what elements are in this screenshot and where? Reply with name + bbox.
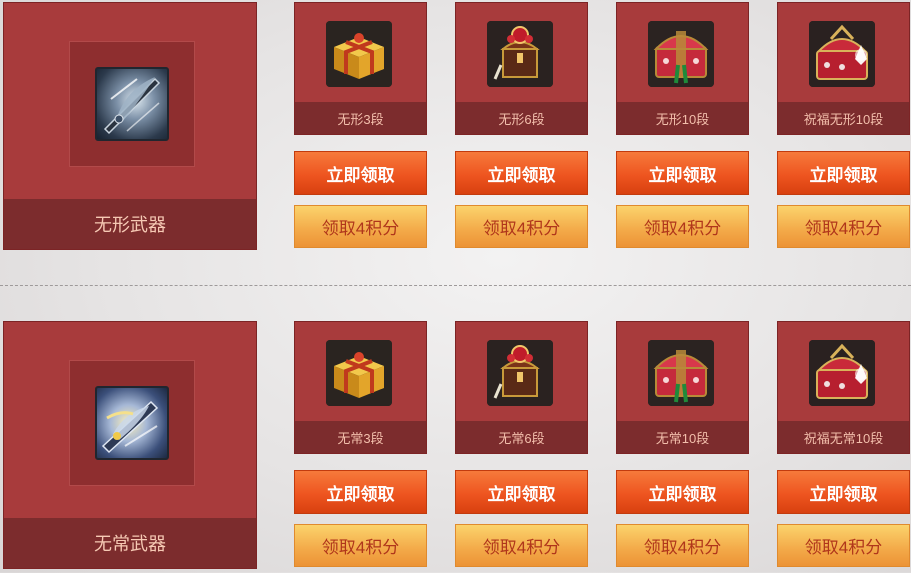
reward-card: 无形6段 [455, 2, 588, 135]
weapon-name: 无常武器 [4, 518, 256, 568]
reward-label: 无形6段 [456, 102, 587, 134]
claim-button[interactable]: 立即领取 [777, 151, 910, 195]
reward-card: 无形3段 [294, 2, 427, 135]
reward-row-2: 无常武器 无常3段 立即领取 领取4积分 无常6段 立即领取 领取4积分 无常1… [0, 321, 911, 573]
weapon-name: 无形武器 [4, 199, 256, 249]
section-divider [0, 285, 911, 286]
reward-label: 无常6段 [456, 421, 587, 453]
claim-button[interactable]: 立即领取 [455, 151, 588, 195]
claim-points-button[interactable]: 领取4积分 [777, 205, 910, 248]
reward-label: 无常10段 [617, 421, 748, 453]
weapon-card: 无形武器 [3, 2, 257, 250]
claim-points-button[interactable]: 领取4积分 [294, 524, 427, 567]
claim-points-button[interactable]: 领取4积分 [616, 205, 749, 248]
claim-points-button[interactable]: 领取4积分 [455, 524, 588, 567]
claim-button[interactable]: 立即领取 [455, 470, 588, 514]
sparkling-chest-icon [809, 340, 875, 406]
wuchang-weapon-icon [95, 386, 169, 460]
weapon-icon-frame [69, 41, 195, 167]
reward-card: 无常10段 [616, 321, 749, 454]
reward-label: 无形3段 [295, 102, 426, 134]
sparkling-chest-icon [809, 21, 875, 87]
wuxing-weapon-icon [95, 67, 169, 141]
reward-row-1: 无形武器 无形3段 立即领取 领取4积分 无形6段 立即领取 领取4积分 无形1… [0, 2, 911, 254]
claim-button[interactable]: 立即领取 [294, 470, 427, 514]
reward-card: 祝福无常10段 [777, 321, 910, 454]
weapon-card: 无常武器 [3, 321, 257, 569]
gold-gift-box-icon [326, 340, 392, 406]
jeweled-box-icon [487, 21, 553, 87]
claim-points-button[interactable]: 领取4积分 [777, 524, 910, 567]
red-treasure-chest-icon [648, 21, 714, 87]
reward-label: 祝福无形10段 [778, 102, 909, 134]
reward-label: 祝福无常10段 [778, 421, 909, 453]
reward-card: 祝福无形10段 [777, 2, 910, 135]
reward-label: 无常3段 [295, 421, 426, 453]
claim-button[interactable]: 立即领取 [616, 151, 749, 195]
claim-button[interactable]: 立即领取 [777, 470, 910, 514]
reward-card: 无形10段 [616, 2, 749, 135]
claim-button[interactable]: 立即领取 [294, 151, 427, 195]
jeweled-box-icon [487, 340, 553, 406]
red-treasure-chest-icon [648, 340, 714, 406]
weapon-icon-frame [69, 360, 195, 486]
reward-card: 无常6段 [455, 321, 588, 454]
claim-button[interactable]: 立即领取 [616, 470, 749, 514]
reward-label: 无形10段 [617, 102, 748, 134]
reward-card: 无常3段 [294, 321, 427, 454]
claim-points-button[interactable]: 领取4积分 [294, 205, 427, 248]
claim-points-button[interactable]: 领取4积分 [616, 524, 749, 567]
claim-points-button[interactable]: 领取4积分 [455, 205, 588, 248]
gold-gift-box-icon [326, 21, 392, 87]
